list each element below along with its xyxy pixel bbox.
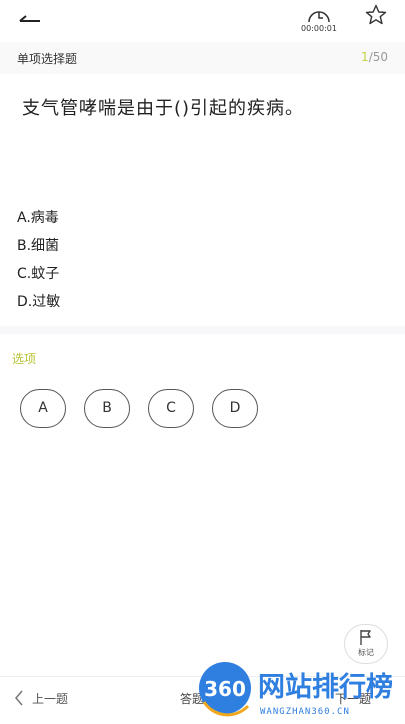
choice-button-c[interactable]: C: [148, 389, 194, 428]
back-arrow-icon: [19, 15, 40, 22]
watermark-title: 网站排行榜: [258, 671, 393, 703]
flag-icon: [360, 630, 371, 645]
timer: 00:00:01: [298, 4, 340, 34]
watermark-logo: 360 网站排行榜 WANGZHAN360.CN: [196, 658, 405, 720]
question-text: 支气管哮喘是由于()引起的疾病。: [22, 98, 305, 119]
clock-icon: [308, 11, 330, 23]
mark-label: 标记: [358, 648, 374, 657]
question-header: 单项选择题 1/50: [0, 42, 405, 74]
star-icon: [365, 4, 387, 25]
watermark-url: WANGZHAN360.CN: [260, 707, 350, 717]
timer-label: 00:00:01: [301, 24, 337, 33]
question-type: 单项选择题: [17, 52, 78, 66]
back-button[interactable]: [14, 8, 48, 30]
choices-section-label: 选项: [12, 352, 37, 366]
chevron-left-icon: [15, 690, 23, 706]
choice-button-b[interactable]: B: [84, 389, 130, 428]
watermark-360-logo: 360 网站排行榜 WANGZHAN360.CN: [199, 662, 393, 717]
option-d: D.过敏: [17, 294, 61, 310]
previous-question-label: 上一题: [32, 692, 69, 706]
option-b: B.细菌: [17, 238, 60, 254]
question-progress: 1/50: [361, 50, 388, 64]
section-divider: [0, 326, 405, 334]
current-question-number: 1: [361, 50, 369, 64]
watermark-badge: 360: [204, 677, 246, 701]
favorite-button[interactable]: [364, 3, 388, 27]
choice-button-d[interactable]: D: [212, 389, 258, 428]
total-questions: /50: [368, 50, 388, 64]
choice-button-a[interactable]: A: [20, 389, 66, 428]
top-bar: 00:00:01: [0, 0, 405, 40]
options-list: A.病毒 B.细菌 C.蚊子 D.过敏: [17, 204, 60, 316]
option-a: A.病毒: [17, 210, 59, 226]
option-c: C.蚊子: [17, 266, 60, 282]
